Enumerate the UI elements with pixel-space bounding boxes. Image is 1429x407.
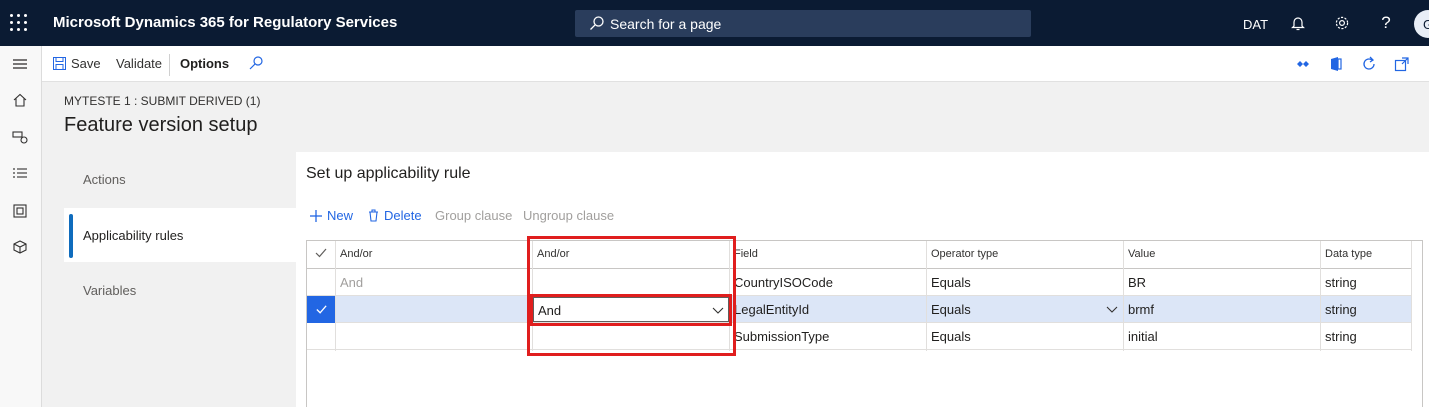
favorites-icon[interactable] — [11, 128, 29, 146]
column-divider — [1123, 241, 1124, 351]
delete-label: Delete — [384, 208, 422, 223]
modules-icon[interactable] — [11, 238, 29, 256]
column-divider — [335, 241, 336, 351]
home-icon[interactable] — [11, 91, 29, 109]
validate-button[interactable]: Validate — [116, 56, 162, 71]
cell-field[interactable]: CountryISOCode — [730, 269, 833, 296]
cell-value[interactable]: BR — [1124, 269, 1146, 296]
cell-operator-type[interactable]: Equals — [927, 296, 971, 323]
new-label: New — [327, 208, 354, 223]
search-icon — [590, 16, 604, 30]
plus-icon — [310, 209, 322, 222]
save-icon — [53, 57, 66, 70]
table-row-selected[interactable]: And LegalEntityId Equals brmf string — [307, 296, 1412, 323]
divider — [169, 54, 170, 76]
cell-value[interactable]: brmf — [1124, 296, 1154, 323]
gear-icon[interactable] — [1332, 13, 1352, 33]
cell-data-type[interactable]: string — [1321, 323, 1357, 350]
company-picker[interactable]: DAT — [1243, 17, 1268, 32]
options-button[interactable]: Options — [180, 56, 229, 71]
column-header-operator-type[interactable]: Operator type — [927, 241, 1124, 268]
cell-data-type[interactable]: string — [1321, 296, 1357, 323]
cell-data-type[interactable]: string — [1321, 269, 1357, 296]
applicability-rules-grid: And/or And/or Field Operator type Value … — [306, 240, 1423, 407]
column-header-data-type[interactable]: Data type — [1321, 241, 1411, 268]
column-header-field[interactable]: Field — [730, 241, 927, 268]
waffle-icon[interactable] — [10, 14, 28, 32]
page-title: Feature version setup — [64, 114, 258, 136]
section-title: Set up applicability rule — [306, 165, 471, 182]
tab-variables[interactable]: Variables — [64, 263, 296, 317]
app-title[interactable]: Microsoft Dynamics 365 for Regulatory Se… — [53, 14, 397, 31]
save-label: Save — [71, 56, 101, 71]
new-button[interactable]: New — [310, 208, 353, 223]
help-icon[interactable]: ? — [1376, 13, 1396, 33]
column-divider — [926, 241, 927, 351]
search-placeholder: Search for a page — [610, 16, 722, 32]
select-all-checkbox[interactable] — [307, 241, 335, 268]
tab-actions[interactable]: Actions — [64, 152, 296, 206]
connect-icon[interactable] — [1295, 56, 1311, 72]
top-bar: Microsoft Dynamics 365 for Regulatory Se… — [0, 0, 1429, 46]
action-pane: Save Validate Options — [42, 46, 1429, 82]
vertical-tabs: Actions Applicability rules Variables — [64, 152, 296, 407]
popout-icon[interactable] — [1394, 56, 1410, 72]
search-box[interactable]: Search for a page — [575, 10, 1031, 37]
cell-field[interactable]: SubmissionType — [730, 323, 829, 350]
bell-icon[interactable] — [1288, 13, 1308, 33]
checkmark-icon — [315, 248, 327, 258]
avatar[interactable]: G — [1414, 10, 1429, 38]
table-row[interactable]: And CountryISOCode Equals BR string — [307, 269, 1412, 296]
column-divider — [1320, 241, 1321, 351]
cell-and-or[interactable]: And — [336, 269, 363, 296]
chevron-down-icon[interactable] — [1106, 303, 1118, 315]
table-row[interactable]: SubmissionType Equals initial string — [307, 323, 1412, 350]
navigation-rail — [0, 46, 42, 407]
cell-field[interactable]: LegalEntityId — [730, 296, 809, 323]
cell-and-or[interactable] — [336, 323, 340, 350]
workspaces-icon[interactable] — [11, 202, 29, 220]
delete-button[interactable]: Delete — [368, 208, 422, 223]
column-header-value[interactable]: Value — [1124, 241, 1321, 268]
applicability-rule-panel: Set up applicability rule New Delete Gro… — [296, 152, 1429, 407]
hamburger-icon[interactable] — [11, 55, 29, 73]
recent-icon[interactable] — [11, 164, 29, 182]
ungroup-clause-button[interactable]: Ungroup clause — [523, 208, 614, 223]
office-icon[interactable] — [1328, 56, 1344, 72]
cell-and-or[interactable] — [336, 296, 340, 323]
search-icon[interactable] — [248, 55, 264, 71]
cell-value[interactable]: initial — [1124, 323, 1158, 350]
highlight-box-dropdown — [530, 294, 732, 326]
tab-applicability-rules[interactable]: Applicability rules — [64, 208, 296, 262]
refresh-icon[interactable] — [1361, 56, 1377, 72]
row-select-checkbox[interactable] — [307, 296, 335, 323]
column-header-and-or[interactable]: And/or — [336, 241, 526, 268]
save-button[interactable]: Save — [53, 56, 101, 71]
cell-operator-type[interactable]: Equals — [927, 323, 971, 350]
breadcrumb: MYTESTE 1 : SUBMIT DERIVED (1) — [64, 94, 261, 108]
cell-operator-type[interactable]: Equals — [927, 269, 971, 296]
checkmark-icon — [315, 305, 327, 314]
group-clause-button[interactable]: Group clause — [435, 208, 512, 223]
column-divider — [1411, 241, 1412, 351]
trash-icon — [369, 209, 378, 222]
